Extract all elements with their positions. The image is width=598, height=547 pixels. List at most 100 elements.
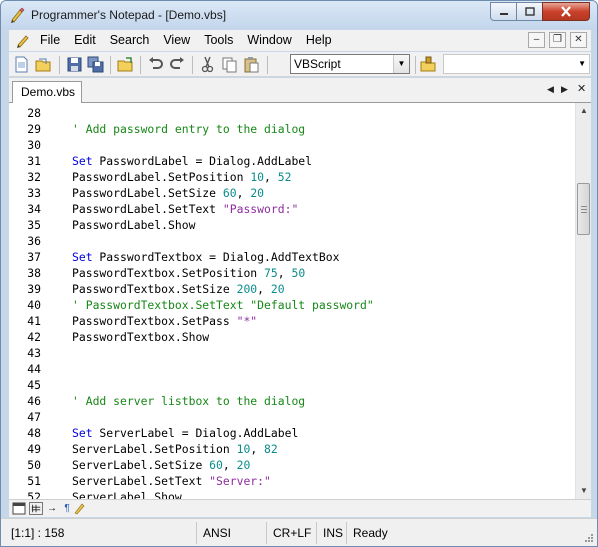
cut-icon[interactable] bbox=[199, 56, 216, 73]
mdi-minimize-button[interactable]: – bbox=[528, 32, 545, 48]
tab-scroll-left-icon[interactable]: ◀ bbox=[547, 84, 554, 95]
pencil-icon[interactable] bbox=[73, 502, 87, 515]
title-bar[interactable]: Programmer's Notepad - [Demo.vbs] bbox=[1, 1, 597, 29]
code-line[interactable]: 45 bbox=[9, 377, 575, 393]
code-line[interactable]: 34 PasswordLabel.SetText "Password:" bbox=[9, 201, 575, 217]
code-line[interactable]: 36 bbox=[9, 233, 575, 249]
minimize-button[interactable] bbox=[490, 2, 517, 21]
code-line[interactable]: 47 bbox=[9, 409, 575, 425]
line-number: 28 bbox=[27, 106, 41, 120]
app-icon[interactable] bbox=[9, 7, 25, 23]
menu-window[interactable]: Window bbox=[240, 30, 298, 51]
chevron-down-icon[interactable]: ▼ bbox=[393, 55, 409, 73]
code-line[interactable]: 44 bbox=[9, 361, 575, 377]
code-line[interactable]: 42 PasswordTextbox.Show bbox=[9, 329, 575, 345]
new-file-icon[interactable] bbox=[13, 56, 30, 73]
code-text: PasswordTextbox.SetPass "*" bbox=[72, 313, 257, 329]
redo-icon[interactable] bbox=[169, 56, 186, 73]
close-button[interactable] bbox=[542, 2, 590, 21]
line-ending-indicator[interactable]: CR+LF bbox=[266, 522, 311, 544]
tab-scroll-right-icon[interactable]: ▶ bbox=[561, 84, 568, 95]
line-number: 52 bbox=[27, 490, 41, 499]
code-line[interactable]: 50 ServerLabel.SetSize 60, 20 bbox=[9, 457, 575, 473]
mdi-close-button[interactable]: ✕ bbox=[570, 32, 587, 48]
code-number: 10 bbox=[250, 170, 265, 184]
scheme-config-icon[interactable] bbox=[420, 56, 437, 73]
code-line[interactable]: 51 ServerLabel.SetText "Server:" bbox=[9, 473, 575, 489]
line-number: 33 bbox=[27, 186, 41, 200]
scroll-down-icon[interactable]: ▼ bbox=[576, 483, 591, 499]
line-number: 49 bbox=[27, 442, 41, 456]
code-line[interactable]: 46 ' Add server listbox to the dialog bbox=[9, 393, 575, 409]
code-line[interactable]: 28 bbox=[9, 105, 575, 121]
scroll-up-icon[interactable]: ▲ bbox=[576, 103, 591, 119]
word-wrap-icon[interactable] bbox=[29, 502, 43, 515]
menu-search[interactable]: Search bbox=[103, 30, 157, 51]
code-lines[interactable]: 28 29 ' Add password entry to the dialog 30… bbox=[9, 105, 575, 499]
code-text: PasswordLabel.Show bbox=[72, 217, 195, 233]
menu-tools[interactable]: Tools bbox=[197, 30, 240, 51]
line-number: 30 bbox=[27, 138, 41, 152]
code-line[interactable]: 48 Set ServerLabel = Dialog.AddLabel bbox=[9, 425, 575, 441]
menu-bar: File Edit Search View Tools Window Help … bbox=[9, 30, 591, 51]
close-icon bbox=[561, 6, 571, 17]
code-text: ' Add password entry to the dialog bbox=[72, 121, 305, 137]
line-number: 43 bbox=[27, 346, 41, 360]
arrow-right-icon[interactable]: → bbox=[45, 502, 59, 515]
save-icon[interactable] bbox=[66, 56, 83, 73]
code-line[interactable]: 30 bbox=[9, 137, 575, 153]
cursor-position: [1:1] : 158 bbox=[11, 526, 65, 540]
code-line[interactable]: 33 PasswordLabel.SetSize 60, 20 bbox=[9, 185, 575, 201]
code-number: 20 bbox=[236, 458, 251, 472]
scrollbar-thumb[interactable] bbox=[577, 183, 590, 235]
maximize-button[interactable] bbox=[516, 2, 543, 21]
copy-icon[interactable] bbox=[221, 56, 238, 73]
code-token: PasswordTextbox = Dialog.AddTextBox bbox=[92, 250, 340, 264]
code-number: 52 bbox=[277, 170, 292, 184]
code-line[interactable]: 40 ' PasswordTextbox.SetText "Default pas… bbox=[9, 297, 575, 313]
code-line[interactable]: 41 PasswordTextbox.SetPass "*" bbox=[9, 313, 575, 329]
line-number: 41 bbox=[27, 314, 41, 328]
document-pen-icon[interactable] bbox=[15, 33, 33, 49]
code-line[interactable]: 32 PasswordLabel.SetPosition 10, 52 bbox=[9, 169, 575, 185]
chevron-down-icon[interactable]: ▼ bbox=[578, 59, 586, 68]
save-all-icon[interactable] bbox=[87, 56, 104, 73]
code-line[interactable]: 29 ' Add password entry to the dialog bbox=[9, 121, 575, 137]
code-number: 82 bbox=[264, 442, 278, 456]
window-title: Programmer's Notepad - [Demo.vbs] bbox=[31, 8, 227, 22]
code-line[interactable]: 38 PasswordTextbox.SetPosition 75, 50 bbox=[9, 265, 575, 281]
mdi-restore-button[interactable]: ❐ bbox=[549, 32, 566, 48]
pilcrow-icon[interactable]: ¶ bbox=[60, 502, 74, 515]
insert-mode-indicator[interactable]: INS bbox=[316, 522, 343, 544]
menu-view[interactable]: View bbox=[156, 30, 197, 51]
encoding-indicator[interactable]: ANSI bbox=[196, 522, 231, 544]
function-dropdown[interactable]: ▼ bbox=[443, 54, 590, 74]
code-line[interactable]: 49 ServerLabel.SetPosition 10, 82 bbox=[9, 441, 575, 457]
document-tabs: Demo.vbs ◀ ▶ ✕ bbox=[9, 78, 591, 103]
mdi-controls: – ❐ ✕ bbox=[528, 32, 587, 48]
code-line[interactable]: 39 PasswordTextbox.SetSize 200, 20 bbox=[9, 281, 575, 297]
tab-close-icon[interactable]: ✕ bbox=[577, 82, 586, 95]
output-window-icon[interactable] bbox=[12, 502, 26, 515]
line-number: 50 bbox=[27, 458, 41, 472]
open-project-icon[interactable] bbox=[117, 56, 134, 73]
menu-file[interactable]: File bbox=[33, 30, 67, 51]
paste-icon[interactable] bbox=[243, 56, 260, 73]
scheme-dropdown[interactable]: VBScript ▼ bbox=[290, 54, 410, 74]
code-line[interactable]: 37 Set PasswordTextbox = Dialog.AddTextBo… bbox=[9, 249, 575, 265]
tab-demo-vbs[interactable]: Demo.vbs bbox=[12, 81, 82, 103]
code-line[interactable]: 43 bbox=[9, 345, 575, 361]
resize-grip-icon[interactable] bbox=[584, 533, 594, 543]
code-editor[interactable]: 28 29 ' Add password entry to the dialog 30… bbox=[9, 103, 591, 499]
toolbar-separator bbox=[140, 56, 141, 74]
menu-edit[interactable]: Edit bbox=[67, 30, 103, 51]
code-line[interactable]: 52 ServerLabel.Show bbox=[9, 489, 575, 499]
code-line[interactable]: 35 PasswordLabel.Show bbox=[9, 217, 575, 233]
open-file-icon[interactable] bbox=[35, 56, 52, 73]
vertical-scrollbar[interactable]: ▲ ▼ bbox=[575, 103, 591, 499]
menu-help[interactable]: Help bbox=[299, 30, 339, 51]
code-number: 60 bbox=[209, 458, 223, 472]
toolbar-separator bbox=[110, 56, 111, 74]
code-line[interactable]: 31 Set PasswordLabel = Dialog.AddLabel bbox=[9, 153, 575, 169]
undo-icon[interactable] bbox=[147, 56, 164, 73]
